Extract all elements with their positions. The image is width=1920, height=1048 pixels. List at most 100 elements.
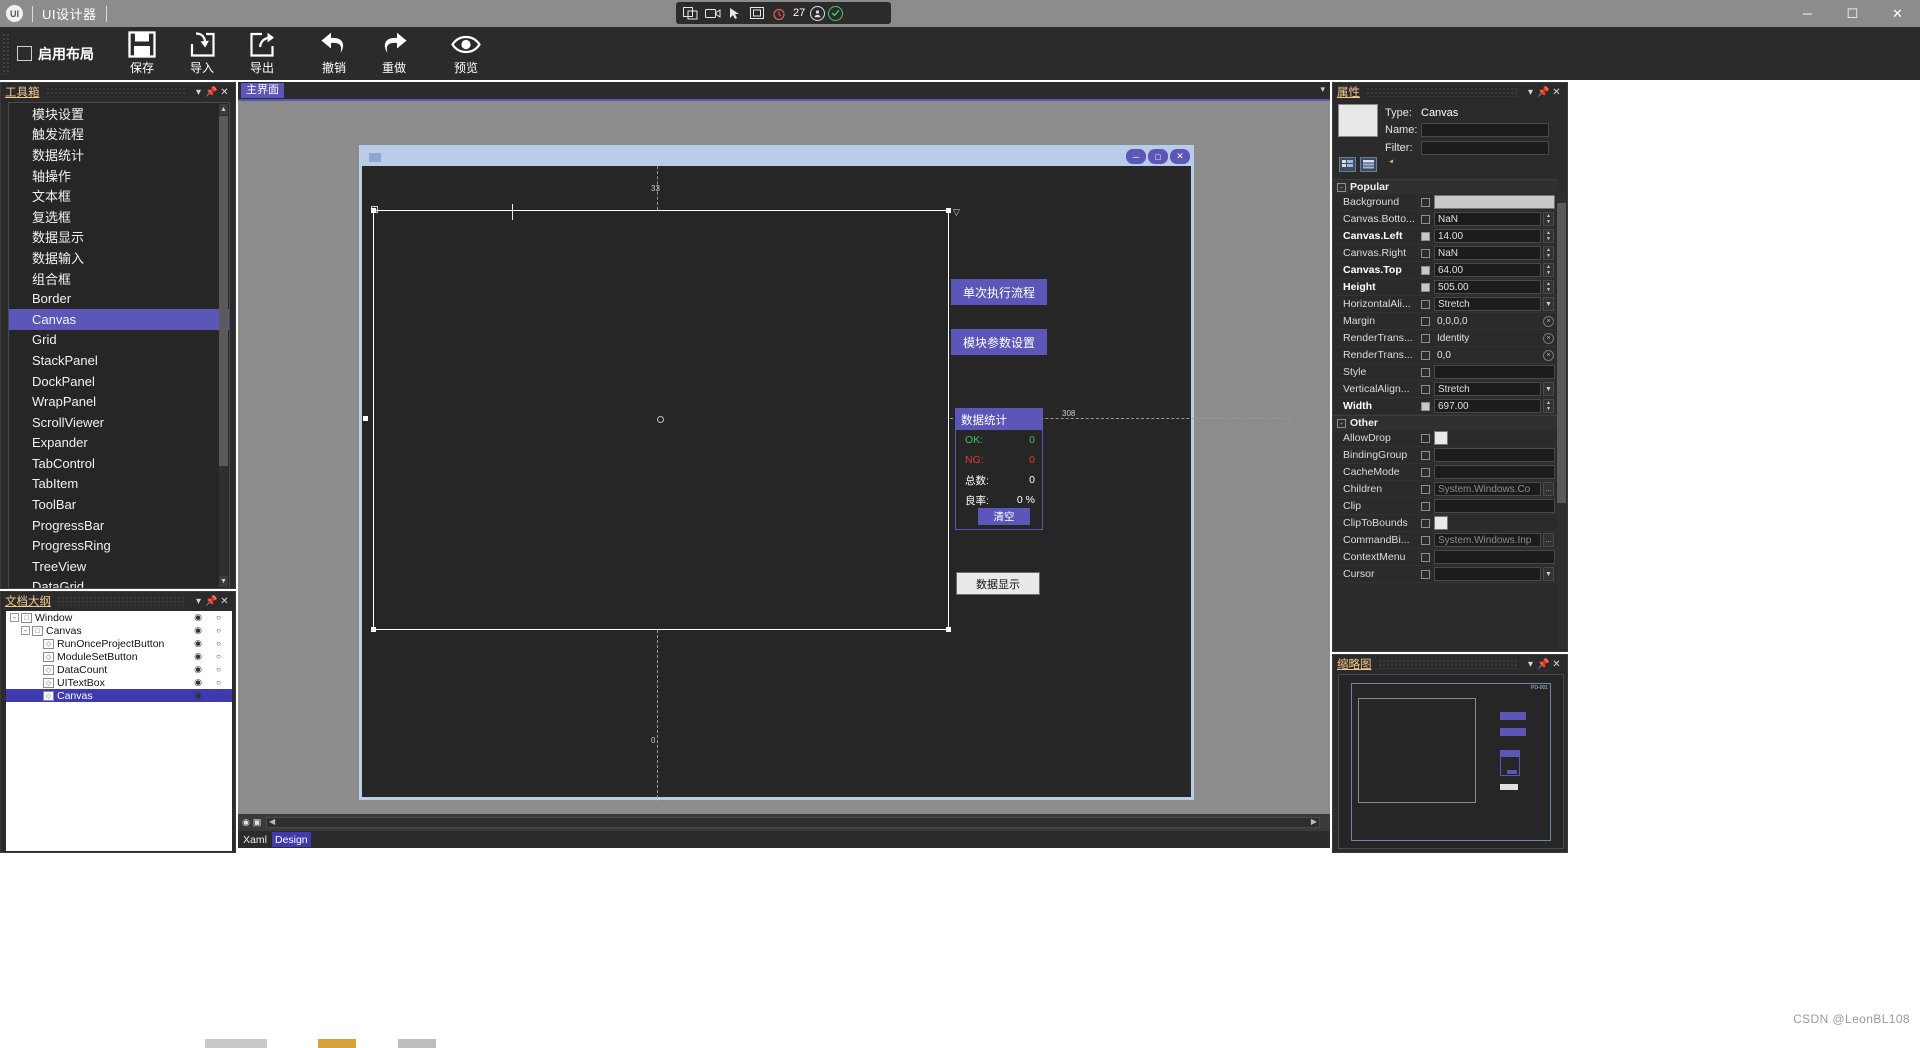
property-checkbox[interactable] bbox=[1434, 431, 1448, 445]
property-marker-icon[interactable] bbox=[1421, 536, 1430, 545]
selected-canvas-bounds[interactable] bbox=[373, 210, 949, 630]
toolbox-item[interactable]: Canvas bbox=[9, 309, 229, 330]
frame-icon[interactable] bbox=[747, 5, 766, 22]
property-row[interactable]: ContextMenu bbox=[1333, 549, 1557, 566]
property-row[interactable]: RenderTrans...0,0× bbox=[1333, 347, 1557, 364]
outline-node[interactable]: ◇Canvas◉○ bbox=[6, 689, 232, 702]
outline-node[interactable]: ◇DataCount◉○ bbox=[6, 663, 232, 676]
property-color-swatch[interactable] bbox=[1434, 195, 1555, 209]
designed-window[interactable]: ─ □ ✕ 33 308 0 + bbox=[359, 145, 1194, 800]
close-icon[interactable]: ✕ bbox=[1550, 87, 1563, 98]
visibility-eye-icon[interactable]: ◉ bbox=[194, 690, 202, 701]
outline-tree[interactable]: -□Window◉○-□Canvas◉○◇RunOnceProjectButto… bbox=[6, 611, 232, 851]
undo-button[interactable]: 撤销 bbox=[304, 28, 364, 79]
horizontal-scrollbar[interactable]: ◀ ▶ bbox=[266, 817, 1320, 828]
property-category[interactable]: -Popular bbox=[1333, 179, 1557, 194]
pointer-icon[interactable]: ◉ bbox=[242, 817, 250, 828]
toolbox-item[interactable]: WrapPanel bbox=[9, 391, 229, 412]
spinner-icon[interactable]: ▲▼ bbox=[1543, 280, 1554, 294]
export-button[interactable]: 导出 bbox=[232, 28, 292, 79]
close-icon[interactable]: ✕ bbox=[1550, 659, 1563, 670]
visibility-eye-icon[interactable]: ◉ bbox=[194, 625, 202, 636]
property-marker-icon[interactable] bbox=[1421, 249, 1430, 258]
property-marker-icon[interactable] bbox=[1421, 198, 1430, 207]
lock-circle-icon[interactable]: ○ bbox=[216, 639, 221, 648]
toolbox-item[interactable]: TabItem bbox=[9, 474, 229, 495]
property-marker-icon[interactable] bbox=[1421, 317, 1430, 326]
run-once-project-button[interactable]: 单次执行流程 bbox=[951, 279, 1047, 305]
save-button[interactable]: 保存 bbox=[112, 28, 172, 79]
properties-scroll-thumb[interactable] bbox=[1557, 203, 1566, 503]
property-value[interactable]: Stretch bbox=[1434, 382, 1541, 396]
chevron-down-icon[interactable]: ▾ bbox=[192, 596, 205, 607]
name-field[interactable] bbox=[1421, 123, 1549, 137]
reset-icon[interactable]: × bbox=[1543, 333, 1554, 344]
pin-icon[interactable]: 📌 bbox=[1537, 87, 1550, 98]
cursor-icon[interactable] bbox=[725, 5, 744, 22]
toolbox-list[interactable]: 模块设置触发流程数据统计轴操作文本框复选框数据显示数据输入组合框BorderCa… bbox=[8, 102, 230, 589]
property-row[interactable]: Margin0,0,0,0× bbox=[1333, 313, 1557, 330]
property-value[interactable]: Identity bbox=[1434, 331, 1541, 345]
toolbox-item[interactable]: ToolBar bbox=[9, 494, 229, 515]
outline-node[interactable]: -□Canvas◉○ bbox=[6, 624, 232, 637]
chevron-down-icon[interactable]: ▾ bbox=[1524, 659, 1537, 670]
visibility-eye-icon[interactable]: ◉ bbox=[194, 651, 202, 662]
events-icon[interactable] bbox=[1360, 157, 1377, 172]
property-row[interactable]: Background bbox=[1333, 194, 1557, 211]
toolbox-item[interactable]: ScrollViewer bbox=[9, 412, 229, 433]
outline-node[interactable]: -□Window◉○ bbox=[6, 611, 232, 624]
image-capture-icon[interactable] bbox=[681, 5, 700, 22]
ui-textbox[interactable]: 数据显示 bbox=[956, 572, 1040, 595]
property-value[interactable] bbox=[1434, 567, 1541, 581]
pin-icon[interactable]: 📌 bbox=[205, 87, 218, 98]
design-view-button[interactable]: Design bbox=[272, 832, 311, 847]
toolbox-item[interactable]: 数据显示 bbox=[9, 227, 229, 248]
property-marker-icon[interactable] bbox=[1421, 232, 1430, 241]
ellipsis-icon[interactable]: … bbox=[1543, 533, 1554, 547]
visibility-eye-icon[interactable]: ◉ bbox=[194, 638, 202, 649]
property-row[interactable]: Canvas.Botto...NaN▲▼ bbox=[1333, 211, 1557, 228]
properties-icon[interactable] bbox=[1339, 157, 1356, 172]
enable-layout-checkbox[interactable] bbox=[17, 46, 32, 61]
properties-grid[interactable]: -PopularBackgroundCanvas.Botto...NaN▲▼ Ca… bbox=[1333, 179, 1557, 649]
property-row[interactable]: CommandBi...System.Windows.Inp… bbox=[1333, 532, 1557, 549]
outline-node[interactable]: ◇UITextBox◉○ bbox=[6, 676, 232, 689]
grid-icon[interactable]: ▣ bbox=[253, 817, 262, 828]
design-surface[interactable]: ─ □ ✕ 33 308 0 + bbox=[238, 99, 1330, 829]
toolbox-item[interactable]: 数据统计 bbox=[9, 144, 229, 165]
property-marker-icon[interactable] bbox=[1421, 468, 1430, 477]
property-marker-icon[interactable] bbox=[1421, 519, 1430, 528]
spinner-icon[interactable]: ▲▼ bbox=[1543, 263, 1554, 277]
property-value[interactable]: 0,0 bbox=[1434, 348, 1541, 362]
tab-main-interface[interactable]: 主界面 bbox=[241, 83, 284, 98]
toolbox-item[interactable]: 轴操作 bbox=[9, 165, 229, 186]
property-row[interactable]: Width697.00▲▼ bbox=[1333, 398, 1557, 415]
property-row[interactable]: CacheMode bbox=[1333, 464, 1557, 481]
property-row[interactable]: Canvas.Top64.00▲▼ bbox=[1333, 262, 1557, 279]
toolbox-item[interactable]: 组合框 bbox=[9, 268, 229, 289]
property-row[interactable]: ChildrenSystem.Windows.Co… bbox=[1333, 481, 1557, 498]
visibility-eye-icon[interactable]: ◉ bbox=[194, 612, 202, 623]
toolbox-item[interactable]: TreeView bbox=[9, 556, 229, 577]
toolbox-item[interactable]: StackPanel bbox=[9, 350, 229, 371]
close-button[interactable]: ✕ bbox=[1875, 0, 1920, 27]
property-marker-icon[interactable] bbox=[1421, 334, 1430, 343]
property-category[interactable]: -Other bbox=[1333, 415, 1557, 430]
lock-circle-icon[interactable]: ○ bbox=[216, 613, 221, 622]
property-value[interactable] bbox=[1434, 448, 1555, 462]
properties-drag-dots[interactable] bbox=[1366, 87, 1518, 97]
category-expander-icon[interactable]: - bbox=[1337, 419, 1346, 428]
property-value[interactable]: 64.00 bbox=[1434, 263, 1541, 277]
property-value[interactable]: NaN bbox=[1434, 246, 1541, 260]
tab-overflow-icon[interactable]: ▾ bbox=[1320, 84, 1325, 95]
resize-handle-w[interactable] bbox=[363, 416, 368, 421]
property-marker-icon[interactable] bbox=[1421, 385, 1430, 394]
property-marker-icon[interactable] bbox=[1421, 402, 1430, 411]
property-marker-icon[interactable] bbox=[1421, 368, 1430, 377]
property-row[interactable]: VerticalAlign...Stretch▼ bbox=[1333, 381, 1557, 398]
property-value[interactable]: 697.00 bbox=[1434, 399, 1541, 413]
toolbox-item[interactable]: ProgressBar bbox=[9, 515, 229, 536]
outline-node[interactable]: ◇ModuleSetButton◉○ bbox=[6, 650, 232, 663]
chevron-down-icon[interactable]: ▾ bbox=[192, 87, 205, 98]
toolbox-item[interactable]: DockPanel bbox=[9, 371, 229, 392]
